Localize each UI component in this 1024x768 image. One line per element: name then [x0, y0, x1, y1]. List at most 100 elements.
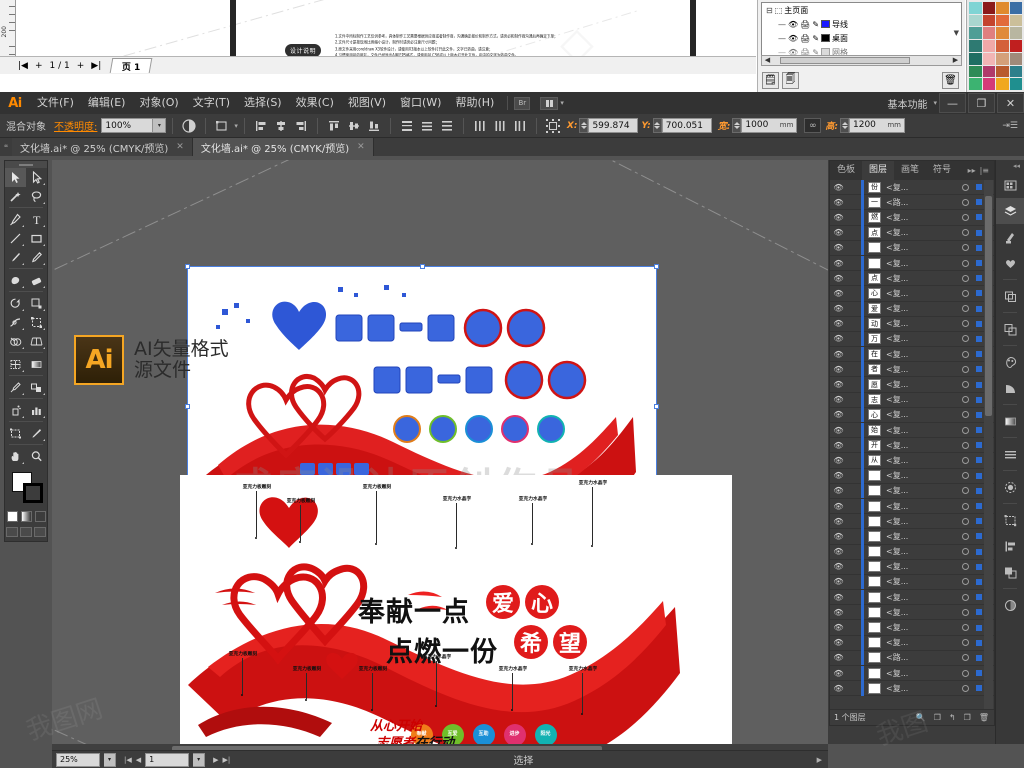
eye-icon[interactable]: 👁	[830, 471, 847, 480]
align-center-vertical-icon[interactable]	[345, 117, 363, 135]
target-indicator[interactable]	[959, 426, 972, 434]
eye-icon[interactable]: 👁	[830, 577, 847, 586]
toolbox-grip[interactable]	[5, 161, 47, 168]
width-input[interactable]: 1000 mm	[741, 118, 798, 133]
eye-icon[interactable]: 👁	[830, 608, 847, 617]
target-indicator[interactable]	[959, 608, 972, 616]
bridge-icon[interactable]: Br	[514, 96, 531, 110]
palette-swatch[interactable]	[996, 40, 1009, 52]
panel-menu-icon[interactable]: |≡	[980, 166, 989, 175]
distribute-center-icon[interactable]	[418, 117, 436, 135]
workspace-switcher-label[interactable]: 基本功能	[883, 96, 931, 111]
eye-icon[interactable]: 👁	[830, 213, 847, 222]
target-indicator[interactable]	[959, 274, 972, 282]
close-icon[interactable]: ✕	[176, 142, 184, 152]
eye-icon[interactable]: 👁	[830, 365, 847, 374]
tree-scroll-down-arrow[interactable]: ▼	[954, 29, 959, 37]
distribute-top-icon[interactable]	[398, 117, 416, 135]
layer-row[interactable]: 👁 爱 <复...	[830, 301, 994, 317]
eye-icon[interactable]: 👁	[830, 441, 847, 450]
height-input[interactable]: 1200 mm	[849, 118, 905, 133]
target-indicator[interactable]	[959, 578, 972, 586]
x-coordinate-input[interactable]: 599.874 r	[588, 118, 639, 146]
status-menu-arrow[interactable]: ▶	[817, 756, 828, 764]
eye-icon[interactable]: 👁	[830, 502, 847, 511]
eye-icon[interactable]: 👁	[830, 517, 847, 526]
zoom-level-input[interactable]: 25%	[56, 752, 100, 767]
layer-row[interactable]: 👁 <复...	[830, 665, 994, 682]
type-tool[interactable]: T	[26, 210, 47, 229]
target-indicator[interactable]	[959, 335, 972, 343]
menu-type[interactable]: 文字(T)	[186, 92, 237, 114]
palette-swatch[interactable]	[996, 2, 1009, 14]
blend-tool[interactable]	[26, 378, 47, 397]
target-indicator[interactable]	[959, 456, 972, 464]
color-guide-icon[interactable]	[996, 349, 1024, 375]
layer-row[interactable]: 👁 心 <复...	[830, 407, 994, 423]
target-indicator[interactable]	[959, 198, 972, 206]
eye-icon[interactable]: 👁	[830, 410, 847, 419]
slice-tool[interactable]	[26, 424, 47, 443]
pen-tool[interactable]	[5, 210, 26, 229]
layer-row[interactable]: 👁 一 <路...	[830, 194, 994, 211]
shape-builder-tool[interactable]	[5, 332, 26, 351]
palette-swatch[interactable]	[982, 14, 995, 27]
eye-icon[interactable]: 👁	[830, 274, 847, 283]
expand-icon[interactable]: ⊟	[766, 6, 773, 15]
make-clipping-mask-icon[interactable]: ❒	[934, 713, 941, 722]
target-indicator[interactable]	[959, 229, 972, 237]
opacity-dropdown-icon[interactable]: ▾	[153, 118, 167, 133]
stroke-panel-icon[interactable]	[996, 441, 1024, 467]
layer-row[interactable]: 👁 始 <复...	[830, 422, 994, 439]
eye-icon[interactable]: 👁	[830, 456, 847, 465]
none-fill-button[interactable]	[34, 511, 46, 522]
eye-icon[interactable]: 👁	[830, 623, 847, 632]
target-indicator[interactable]	[959, 548, 972, 556]
lasso-tool[interactable]	[26, 187, 47, 206]
layer-row[interactable]: 👁 志 <复...	[830, 392, 994, 408]
document-tab-1[interactable]: 文化墙.ai* @ 25% (CMYK/预览) ✕	[12, 138, 193, 156]
first-artboard-button[interactable]: |◀	[124, 756, 132, 764]
new-layer-icon[interactable]: ❐	[964, 713, 971, 722]
layers-panel-icon[interactable]	[996, 198, 1024, 224]
palette-swatch[interactable]	[1009, 52, 1022, 65]
align-bottom-icon[interactable]	[365, 117, 383, 135]
target-indicator[interactable]	[959, 472, 972, 480]
layer-row[interactable]: 👁 <复...	[830, 255, 994, 272]
last-artboard-button[interactable]: ▶|	[223, 756, 231, 764]
target-indicator[interactable]	[959, 684, 972, 692]
eye-icon[interactable]: 👁	[830, 198, 847, 207]
first-page-button[interactable]: |◀	[18, 61, 28, 71]
eye-icon[interactable]: 👁	[830, 593, 847, 602]
palette-swatch[interactable]	[982, 40, 995, 52]
prev-artboard-button[interactable]: ◀	[136, 756, 141, 764]
layer-row[interactable]: 👁 <复...	[830, 680, 994, 697]
eye-icon[interactable]: 👁	[830, 380, 847, 389]
blob-brush-tool[interactable]	[5, 271, 26, 290]
palette-swatch[interactable]	[969, 78, 982, 90]
workspace-chevron-down-icon[interactable]: ▾	[933, 99, 937, 107]
layer-row[interactable]: 👁 <路...	[830, 650, 994, 666]
eye-icon[interactable]: 👁	[830, 243, 847, 252]
eye-icon[interactable]: 👁	[830, 653, 847, 662]
palette-swatch[interactable]	[969, 2, 982, 14]
coreldraw-page-navigator[interactable]: |◀ + 1 / 1 + ▶| 页 1	[0, 56, 756, 74]
eye-icon[interactable]: 👁	[830, 289, 847, 298]
line-segment-tool[interactable]	[5, 229, 26, 248]
artboards-panel-icon[interactable]	[996, 507, 1024, 533]
mesh-tool[interactable]	[5, 355, 26, 374]
free-transform-tool[interactable]	[26, 313, 47, 332]
palette-swatch[interactable]	[1009, 2, 1022, 14]
delete-layer-icon[interactable]: 🗑	[979, 713, 989, 722]
eye-icon[interactable]: 👁	[830, 350, 847, 359]
link-dimensions-button[interactable]: ∞	[804, 118, 822, 133]
layer-row[interactable]: 👁 动 <复...	[830, 316, 994, 332]
target-indicator[interactable]	[959, 244, 972, 252]
palette-swatch[interactable]	[1009, 40, 1022, 52]
palette-swatch[interactable]	[1009, 65, 1022, 78]
menu-window[interactable]: 窗口(W)	[393, 92, 448, 114]
target-indicator[interactable]	[959, 213, 972, 221]
align-left-icon[interactable]	[252, 117, 270, 135]
eye-icon[interactable]: 👁	[830, 259, 847, 268]
print-icon[interactable]: 🖨	[800, 20, 810, 29]
